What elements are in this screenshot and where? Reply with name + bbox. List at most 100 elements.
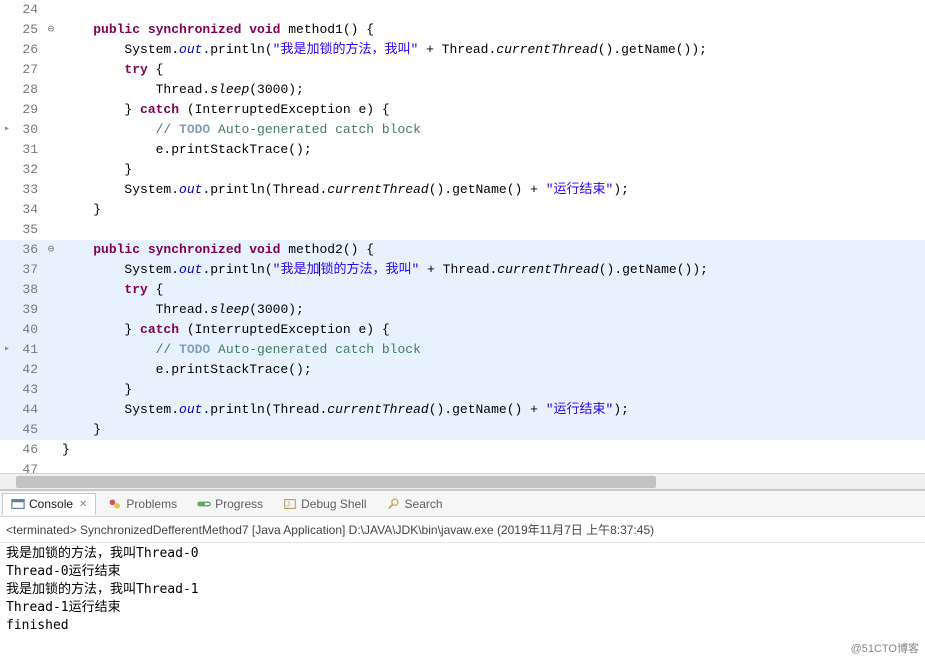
source-text[interactable]: try {: [58, 280, 925, 300]
source-text[interactable]: try {: [58, 60, 925, 80]
source-text[interactable]: }: [58, 380, 925, 400]
fold-toggle: [44, 400, 58, 420]
fold-toggle: [44, 260, 58, 280]
code-line[interactable]: 27 try {: [0, 60, 925, 80]
tab-problems-label: Problems: [126, 497, 177, 511]
source-text[interactable]: [58, 460, 925, 473]
code-line[interactable]: 25⊖ public synchronized void method1() {: [0, 20, 925, 40]
line-number: 36: [14, 240, 44, 260]
console-output[interactable]: 我是加锁的方法，我叫Thread-0Thread-0运行结束我是加锁的方法，我叫…: [0, 543, 925, 637]
line-number: 40: [14, 320, 44, 340]
source-text[interactable]: [58, 0, 925, 20]
code-line[interactable]: 28 Thread.sleep(3000);: [0, 80, 925, 100]
source-text[interactable]: public synchronized void method1() {: [58, 20, 925, 40]
code-editor[interactable]: 2425⊖ public synchronized void method1()…: [0, 0, 925, 490]
scrollbar-thumb[interactable]: [16, 476, 656, 488]
code-line[interactable]: 42 e.printStackTrace();: [0, 360, 925, 380]
debug-shell-icon: J: [283, 497, 297, 511]
console-line: Thread-0运行结束: [6, 563, 919, 581]
source-text[interactable]: Thread.sleep(3000);: [58, 80, 925, 100]
tab-debug-shell-label: Debug Shell: [301, 497, 366, 511]
line-number: 28: [14, 80, 44, 100]
source-text[interactable]: System.out.println("我是加锁的方法，我叫" + Thread…: [58, 260, 925, 280]
fold-toggle: [44, 280, 58, 300]
source-text[interactable]: }: [58, 440, 925, 460]
source-text[interactable]: System.out.println(Thread.currentThread(…: [58, 400, 925, 420]
code-line[interactable]: 24: [0, 0, 925, 20]
source-text[interactable]: e.printStackTrace();: [58, 140, 925, 160]
source-text[interactable]: Thread.sleep(3000);: [58, 300, 925, 320]
bottom-panel: Console ✕ Problems Progress J Debug Shel…: [0, 490, 925, 637]
annotation-marker: [0, 300, 14, 320]
tab-problems[interactable]: Problems: [100, 494, 185, 514]
fold-toggle: [44, 220, 58, 240]
source-text[interactable]: // TODO Auto-generated catch block: [58, 340, 925, 360]
fold-toggle: [44, 380, 58, 400]
code-line[interactable]: ▸30 // TODO Auto-generated catch block: [0, 120, 925, 140]
progress-icon: [197, 497, 211, 511]
source-text[interactable]: [58, 220, 925, 240]
line-number: 47: [14, 460, 44, 473]
line-number: 27: [14, 60, 44, 80]
code-line[interactable]: 31 e.printStackTrace();: [0, 140, 925, 160]
code-line[interactable]: 47: [0, 460, 925, 473]
close-icon[interactable]: ✕: [77, 499, 87, 510]
fold-toggle: [44, 180, 58, 200]
fold-toggle: [44, 440, 58, 460]
code-line[interactable]: 36⊖ public synchronized void method2() {: [0, 240, 925, 260]
code-line[interactable]: 26 System.out.println("我是加锁的方法，我叫" + Thr…: [0, 40, 925, 60]
line-number: 24: [14, 0, 44, 20]
code-line[interactable]: 38 try {: [0, 280, 925, 300]
annotation-marker: [0, 60, 14, 80]
source-text[interactable]: System.out.println("我是加锁的方法，我叫" + Thread…: [58, 40, 925, 60]
source-text[interactable]: System.out.println(Thread.currentThread(…: [58, 180, 925, 200]
tab-search-label: Search: [405, 497, 443, 511]
code-line[interactable]: 37 System.out.println("我是加锁的方法，我叫" + Thr…: [0, 260, 925, 280]
code-line[interactable]: 43 }: [0, 380, 925, 400]
line-number: 45: [14, 420, 44, 440]
line-number: 43: [14, 380, 44, 400]
code-line[interactable]: 34 }: [0, 200, 925, 220]
tab-debug-shell[interactable]: J Debug Shell: [275, 494, 374, 514]
line-number: 30: [14, 120, 44, 140]
source-text[interactable]: }: [58, 420, 925, 440]
line-number: 39: [14, 300, 44, 320]
fold-toggle: [44, 300, 58, 320]
fold-toggle: [44, 80, 58, 100]
source-text[interactable]: e.printStackTrace();: [58, 360, 925, 380]
code-line[interactable]: 46}: [0, 440, 925, 460]
code-line[interactable]: 29 } catch (InterruptedException e) {: [0, 100, 925, 120]
line-number: 33: [14, 180, 44, 200]
source-text[interactable]: } catch (InterruptedException e) {: [58, 100, 925, 120]
code-line[interactable]: 44 System.out.println(Thread.currentThre…: [0, 400, 925, 420]
source-text[interactable]: }: [58, 200, 925, 220]
tab-search[interactable]: Search: [379, 494, 451, 514]
line-number: 35: [14, 220, 44, 240]
annotation-marker: [0, 280, 14, 300]
console-icon: [11, 497, 25, 511]
annotation-marker: [0, 180, 14, 200]
annotation-marker: ▸: [0, 340, 14, 360]
line-number: 29: [14, 100, 44, 120]
annotation-marker: [0, 80, 14, 100]
code-line[interactable]: 32 }: [0, 160, 925, 180]
code-line[interactable]: 40 } catch (InterruptedException e) {: [0, 320, 925, 340]
source-text[interactable]: }: [58, 160, 925, 180]
code-line[interactable]: ▸41 // TODO Auto-generated catch block: [0, 340, 925, 360]
line-number: 32: [14, 160, 44, 180]
fold-toggle: [44, 120, 58, 140]
horizontal-scrollbar[interactable]: [0, 473, 925, 489]
code-line[interactable]: 45 }: [0, 420, 925, 440]
source-text[interactable]: } catch (InterruptedException e) {: [58, 320, 925, 340]
code-line[interactable]: 39 Thread.sleep(3000);: [0, 300, 925, 320]
source-text[interactable]: public synchronized void method2() {: [58, 240, 925, 260]
code-line[interactable]: 35: [0, 220, 925, 240]
line-number: 42: [14, 360, 44, 380]
tab-console[interactable]: Console ✕: [2, 493, 96, 515]
tab-progress[interactable]: Progress: [189, 494, 271, 514]
fold-toggle[interactable]: ⊖: [44, 20, 58, 40]
code-line[interactable]: 33 System.out.println(Thread.currentThre…: [0, 180, 925, 200]
fold-toggle[interactable]: ⊖: [44, 240, 58, 260]
annotation-marker: [0, 420, 14, 440]
source-text[interactable]: // TODO Auto-generated catch block: [58, 120, 925, 140]
